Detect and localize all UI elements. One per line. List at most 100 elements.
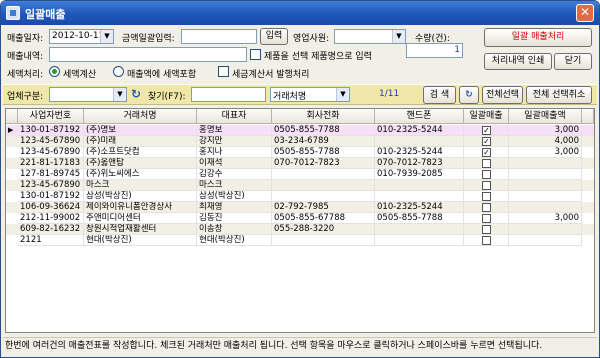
table-cell: 현대(박상진) xyxy=(197,235,272,246)
product-name-checkbox[interactable] xyxy=(250,49,261,60)
print-result-button[interactable]: 처리내역 인쇄 xyxy=(484,53,552,70)
product-name-check-label: 제품을 선택 제품명으로 입력 xyxy=(264,52,372,62)
table-cell: 창원시적업재활센터 xyxy=(84,224,197,235)
table-cell: 홍지나 xyxy=(197,147,272,158)
table-cell xyxy=(509,224,582,235)
table-cell: 3,000 xyxy=(509,147,582,158)
memo-label: 매출내역: xyxy=(7,52,44,62)
batch-sale-checkbox[interactable] xyxy=(482,192,491,201)
table-cell: 010-2325-5244 xyxy=(375,202,464,213)
table-cell xyxy=(272,169,375,180)
table-cell: 609-82-16232 xyxy=(18,224,84,235)
table-cell: 123-45-67890 xyxy=(18,136,84,147)
column-header[interactable]: 회사전화 xyxy=(272,109,375,124)
batch-sale-checkbox[interactable]: ✓ xyxy=(482,137,491,146)
amount-input-label: 금액일괄입력: xyxy=(122,34,175,44)
table-cell: 이송창 xyxy=(197,224,272,235)
amount-input-button[interactable]: 입력 xyxy=(260,28,288,45)
status-bar: 한번에 여러건의 매출전표를 작성합니다. 체크된 거래처만 매출처리 됩니다.… xyxy=(3,337,597,355)
batch-sale-checkbox[interactable] xyxy=(482,170,491,179)
batch-sale-checkbox[interactable] xyxy=(482,203,491,212)
column-header[interactable]: 대표자 xyxy=(197,109,272,124)
row-pointer-icon: ▶ xyxy=(8,126,14,134)
table-cell: 삼성(박상진) xyxy=(197,191,272,202)
table-cell: 0505-855-67788 xyxy=(272,213,375,224)
header-spacer xyxy=(582,109,594,124)
batch-sale-checkbox[interactable]: ✓ xyxy=(482,126,491,135)
chevron-down-icon[interactable]: ▼ xyxy=(336,88,349,101)
table-cell xyxy=(509,169,582,180)
table-cell: 010-7939-2085 xyxy=(375,169,464,180)
column-header[interactable]: 일괄매출액 xyxy=(509,109,582,124)
batch-sale-checkbox[interactable] xyxy=(482,159,491,168)
search-field-select[interactable]: 거래처명 ▼ xyxy=(270,87,350,102)
close-window-button[interactable]: ✕ xyxy=(576,4,594,22)
column-header[interactable]: 일괄매출 xyxy=(464,109,509,124)
find-input[interactable] xyxy=(191,87,266,102)
search-button[interactable]: 검 색 xyxy=(423,86,456,104)
tax-label: 세액처리: xyxy=(7,70,44,80)
batch-sale-checkbox[interactable] xyxy=(482,214,491,223)
table-cell: 130-01-87192 xyxy=(18,191,84,202)
table-cell: (주)미래 xyxy=(84,136,197,147)
table-cell: 주앤미디어센터 xyxy=(84,213,197,224)
batch-sale-checkbox[interactable] xyxy=(482,181,491,190)
table-cell: 03-234-6789 xyxy=(272,136,375,147)
table-cell: (주)옳앤탑 xyxy=(84,158,197,169)
table-cell: 강지만 xyxy=(197,136,272,147)
column-header[interactable]: 거래처명 xyxy=(84,109,197,124)
memo-input[interactable] xyxy=(49,47,247,62)
tax-calc-radio[interactable] xyxy=(49,66,60,77)
amount-input[interactable] xyxy=(181,29,257,44)
table-cell: 마스크 xyxy=(84,180,197,191)
sale-date-value: 2012-10-11 xyxy=(52,31,105,41)
table-cell: 212-11-99002 xyxy=(18,213,84,224)
row-indicator-header xyxy=(6,109,18,124)
sale-date-label: 매출일자: xyxy=(7,34,44,44)
table-cell: 김강수 xyxy=(197,169,272,180)
table-cell: 127-81-89745 xyxy=(18,169,84,180)
close-button[interactable]: 닫기 xyxy=(554,53,592,70)
table-cell: (주)소프트닷컴 xyxy=(84,147,197,158)
customer-table[interactable]: 사업자번호 거래처명 대표자 회사전화 핸드폰 일괄매출 일괄매출액 ▶ 130-… xyxy=(5,108,595,333)
chevron-down-icon[interactable]: ▼ xyxy=(392,30,405,43)
tax-calc-label: 세액계산 xyxy=(63,70,97,80)
tax-included-label: 매출액에 세액포함 xyxy=(127,70,197,80)
table-cell: 123-45-67890 xyxy=(18,180,84,191)
table-cell xyxy=(509,180,582,191)
column-header[interactable]: 사업자번호 xyxy=(18,109,84,124)
table-cell: 3,000 xyxy=(509,213,582,224)
batch-sale-checkbox[interactable]: ✓ xyxy=(482,148,491,157)
select-all-button[interactable]: 전체선택 xyxy=(482,86,523,104)
search-field-value: 거래처명 xyxy=(273,92,307,102)
page-info: 1/11 xyxy=(379,89,400,99)
batch-sale-checkbox[interactable] xyxy=(482,225,491,234)
table-cell: 0505-855-7788 xyxy=(375,213,464,224)
deselect-all-button[interactable]: 전체 선택취소 xyxy=(526,86,592,104)
table-cell: 106-09-36624 xyxy=(18,202,84,213)
refresh-icon[interactable]: ↻ xyxy=(131,87,141,101)
sale-date-picker[interactable]: 2012-10-11 ▼ xyxy=(49,29,114,44)
staff-select[interactable]: ▼ xyxy=(334,29,406,44)
table-cell xyxy=(509,158,582,169)
table-cell xyxy=(375,180,464,191)
table-cell: 070-7012-7823 xyxy=(272,158,375,169)
batch-sale-checkbox[interactable] xyxy=(482,236,491,245)
find-label: 찾기(F7): xyxy=(148,92,186,102)
chevron-down-icon[interactable]: ▼ xyxy=(100,30,113,43)
reload-icon[interactable]: ↻ xyxy=(459,86,479,104)
table-cell: 0505-855-7788 xyxy=(272,147,375,158)
table-cell: 055-288-3220 xyxy=(272,224,375,235)
category-select[interactable]: ▼ xyxy=(49,87,127,102)
tax-included-radio[interactable] xyxy=(113,66,124,77)
batch-sales-window: 일괄매출 ✕ 매출일자: 2012-10-11 ▼ 금액일괄입력: 입력 영업사… xyxy=(0,0,600,358)
table-cell: (주)위노씨에스 xyxy=(84,169,197,180)
quantity-input[interactable]: 1 xyxy=(406,43,463,58)
table-cell: 이재석 xyxy=(197,158,272,169)
invoice-checkbox[interactable] xyxy=(218,66,229,77)
staff-label: 영업사원: xyxy=(293,34,330,44)
batch-sale-button[interactable]: 일괄 매출처리 xyxy=(484,28,592,47)
column-header[interactable]: 핸드폰 xyxy=(375,109,464,124)
chevron-down-icon[interactable]: ▼ xyxy=(113,88,126,101)
table-cell xyxy=(272,235,375,246)
